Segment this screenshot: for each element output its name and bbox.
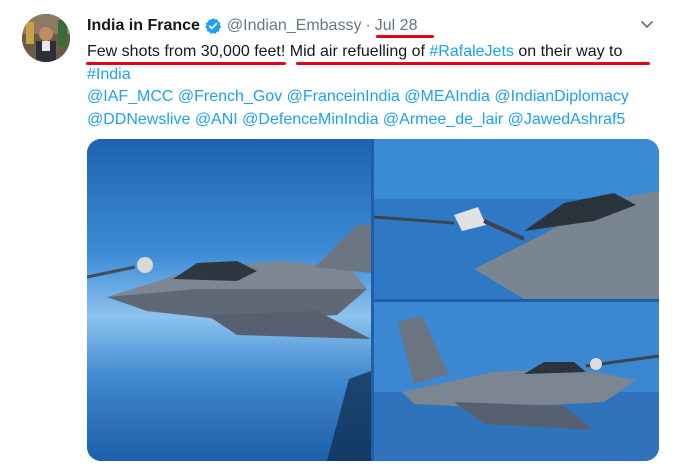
tweet-text-line-1: Few shots from 30,000 feet! Mid air refu… (87, 41, 657, 64)
avatar[interactable] (22, 14, 70, 62)
rafale-refuelling-photo-2[interactable] (374, 139, 659, 299)
avatar-image (22, 14, 70, 62)
separator-dot: · (365, 17, 371, 34)
display-name[interactable]: India in France (87, 17, 200, 35)
verified-badge-icon (205, 18, 222, 34)
tweet-text-plain: Few shots from 30,000 feet! Mid air refu… (87, 43, 430, 60)
highlight-underline-date (376, 35, 434, 38)
handle[interactable]: @Indian_Embassy (227, 17, 362, 35)
tweet-text-tail: on their way to (513, 43, 623, 60)
chevron-down-icon[interactable] (639, 16, 655, 32)
media-grid (87, 139, 659, 461)
tweet: India in France @Indian_Embassy · Jul 28… (0, 0, 683, 472)
tweet-text-line-2: #India (87, 64, 657, 87)
tweet-header: India in France @Indian_Embassy · Jul 28 (87, 14, 647, 38)
mentions-line-2[interactable]: @DDNewslive @ANI @DefenceMinIndia @Armee… (87, 109, 657, 132)
hashtag-india[interactable]: #India (87, 66, 131, 83)
timestamp-link[interactable]: Jul 28 (375, 17, 418, 35)
rafale-refuelling-photo-1[interactable] (87, 139, 371, 461)
tweet-text: Few shots from 30,000 feet! Mid air refu… (87, 41, 657, 131)
rafale-refuelling-photo-3[interactable] (374, 302, 659, 461)
mentions-line-1[interactable]: @IAF_MCC @French_Gov @FranceinIndia @MEA… (87, 86, 657, 109)
hashtag-rafalejets[interactable]: #RafaleJets (429, 43, 514, 60)
